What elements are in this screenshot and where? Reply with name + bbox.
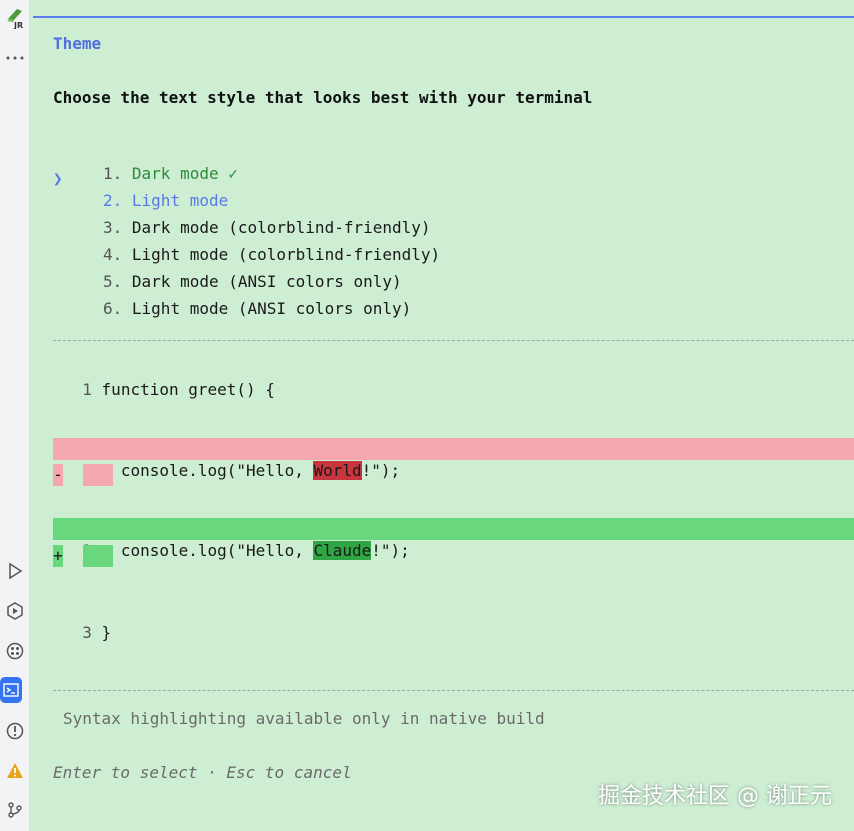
removed-highlight: World: [313, 461, 362, 480]
debug-icon[interactable]: [0, 599, 29, 623]
terminal-icon[interactable]: [0, 677, 22, 703]
logo-text: JR: [13, 21, 23, 29]
added-highlight: Claude: [313, 541, 372, 560]
plugin-logo-icon[interactable]: JR: [0, 6, 29, 30]
watermark: 掘金技术社区 @ 谢正元: [598, 784, 832, 809]
warning-icon[interactable]: [0, 759, 29, 783]
tool-sidebar: JR: [0, 0, 30, 831]
keyboard-hint: Enter to select · Esc to cancel: [53, 763, 352, 782]
added-gutter-block: [83, 545, 113, 567]
preview-divider-top: [53, 340, 854, 341]
code-text: console.log("Hello,: [101, 541, 314, 560]
selection-caret-icon: ❯: [53, 169, 63, 188]
option-light-ansi[interactable]: 6. Light mode (ANSI colors only): [53, 276, 411, 320]
code-text: function greet() {: [101, 380, 275, 399]
option-number: 6.: [103, 299, 123, 318]
line-number: 3: [82, 623, 92, 642]
preview-divider-bottom: [53, 690, 854, 691]
theme-prompt: Choose the text style that looks best wi…: [53, 88, 593, 107]
services-icon[interactable]: [0, 639, 29, 663]
preview-line-1: 1 function greet() {: [63, 357, 275, 401]
line-number: 1: [82, 380, 92, 399]
run-icon[interactable]: [0, 559, 29, 583]
option-label: Light mode (ANSI colors only): [131, 299, 412, 318]
code-text-end: !");: [361, 461, 401, 480]
more-icon[interactable]: [0, 46, 29, 70]
problems-icon[interactable]: [0, 719, 29, 743]
git-icon[interactable]: [0, 798, 29, 822]
removed-gutter-block: [83, 464, 113, 486]
code-text: }: [101, 623, 112, 642]
preview-removed-line: 2 console.log("Hello, World!");: [63, 438, 400, 482]
removed-marker: -: [53, 464, 63, 486]
code-text-end: !");: [371, 541, 410, 560]
panel-title: Theme: [53, 34, 102, 53]
preview-line-3: 3 }: [63, 600, 111, 644]
syntax-note: Syntax highlighting available only in na…: [63, 709, 545, 728]
added-marker: +: [53, 545, 63, 567]
preview-added-line: 2 console.log("Hello, Claude!");: [63, 518, 410, 562]
code-text: console.log("Hello,: [101, 461, 314, 480]
panel-top-border: [33, 16, 854, 18]
